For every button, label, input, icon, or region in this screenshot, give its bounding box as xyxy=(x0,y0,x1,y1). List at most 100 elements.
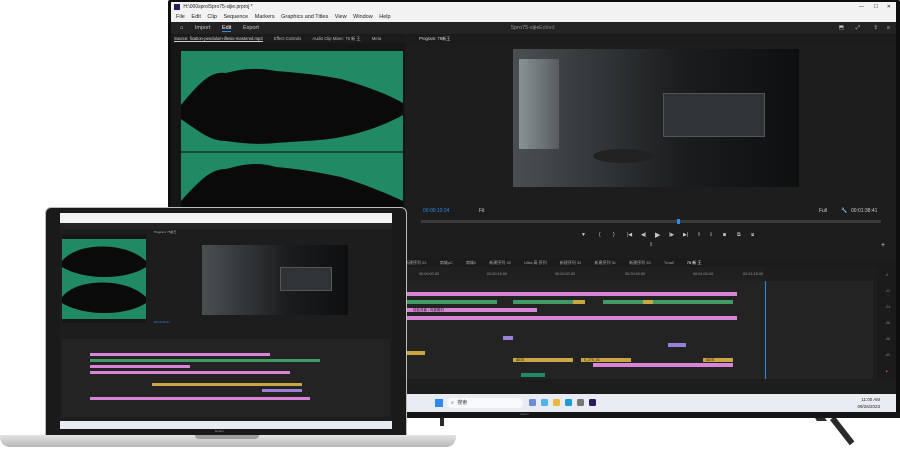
menu-file[interactable]: File xyxy=(176,14,185,20)
add-button-icon[interactable]: + xyxy=(881,242,885,249)
laptop-video-tv xyxy=(280,267,332,291)
timeline-tab[interactable]: 商城2 xyxy=(466,260,476,265)
menu-markers[interactable]: Markers xyxy=(255,14,275,20)
taskbar-search[interactable]: ⌕ 搜索 xyxy=(447,398,523,408)
timeline-tab-active[interactable]: 75 新 王 xyxy=(687,260,702,265)
tab-edit[interactable]: Edit xyxy=(221,25,232,32)
share-icon[interactable]: ⇪ xyxy=(873,22,878,34)
step-back-icon[interactable]: ◀| xyxy=(641,232,646,238)
go-to-in-icon[interactable]: |◀ xyxy=(627,232,632,238)
meter-label: -60 xyxy=(885,353,891,357)
taskbar-date: 09/26/2023 xyxy=(857,404,880,409)
timeline-tab[interactable]: 新建序列 30 xyxy=(489,260,511,265)
edge-icon[interactable] xyxy=(565,399,572,406)
clip-gold-label[interactable]: AIDS xyxy=(703,358,733,362)
tab-export[interactable]: Export xyxy=(243,25,259,31)
add-marker-icon[interactable]: ▼ xyxy=(581,232,586,238)
clip-pink-wide[interactable] xyxy=(407,316,737,320)
folder-icon[interactable] xyxy=(553,399,560,406)
playhead-marker[interactable] xyxy=(677,219,680,224)
menu-sequence[interactable]: Sequence xyxy=(223,14,248,20)
export-icon[interactable]: ⇪ xyxy=(649,242,653,248)
clip-gold[interactable] xyxy=(643,300,653,304)
tab-program[interactable]: Program: 75新王 xyxy=(419,36,450,41)
clip-green[interactable] xyxy=(407,300,497,304)
timeline-tab[interactable]: 商城pC xyxy=(440,260,453,265)
timeline-ruler[interactable]: 00:00:00:00 00:00:15:00 00:00:30:00 00:0… xyxy=(403,267,763,281)
video-window-light xyxy=(519,59,559,149)
timeline-tracks[interactable]: 纯色背景 / 背景素材 AIDS 6_275_04 AIDS xyxy=(403,281,873,379)
clip-purple[interactable] xyxy=(503,336,513,340)
lift-icon[interactable]: ⇧ xyxy=(697,232,701,238)
program-scrubber[interactable] xyxy=(421,219,881,224)
timeline-playhead[interactable] xyxy=(765,281,766,379)
start-icon[interactable] xyxy=(435,399,443,407)
close-icon[interactable]: ✕ xyxy=(887,2,891,12)
tab-metadata[interactable]: Meta xyxy=(372,36,381,41)
camera-icon[interactable]: ◙ xyxy=(723,232,726,238)
clip-gold[interactable] xyxy=(573,300,585,304)
timeline-tab[interactable]: 新建序列 32 xyxy=(560,260,582,265)
laptop-waveform xyxy=(62,239,146,319)
browser-icon[interactable] xyxy=(541,399,548,406)
laptop-source-panel xyxy=(62,235,146,323)
quality-dropdown[interactable]: Full xyxy=(819,208,827,214)
clip-pink-label[interactable]: 纯色背景 / 背景素材 xyxy=(407,308,537,312)
premiere-icon[interactable] xyxy=(589,399,596,406)
tab-audio-clip-mixer[interactable]: Audio Clip Mixer: 75 新 王 xyxy=(312,36,360,41)
fit-dropdown[interactable]: Fit xyxy=(479,208,485,214)
minimize-icon[interactable]: — xyxy=(859,2,864,12)
timeline-tab[interactable]: 新建序列 22 xyxy=(405,260,427,265)
timeline-tab[interactable]: Tmall xyxy=(664,260,674,265)
clip-teal[interactable] xyxy=(521,373,545,377)
menu-help[interactable]: Help xyxy=(379,14,390,20)
menu-bar: File Edit Clip Sequence Markers Graphics… xyxy=(171,12,896,22)
clip-gold-label[interactable]: 6_275_04 xyxy=(581,358,631,362)
timeline-tab[interactable]: Ultra 高 序列 xyxy=(524,260,547,265)
program-monitor[interactable] xyxy=(409,43,896,213)
compare-icon[interactable]: ⧉ xyxy=(737,232,741,238)
laptop-screen: Program: 75新王 00:00:10:24 xyxy=(60,213,392,429)
menu-graphics-titles[interactable]: Graphics and Titles xyxy=(281,14,328,20)
meter-label: -24 xyxy=(885,305,891,309)
clip-gold-label[interactable]: AIDS xyxy=(513,358,573,362)
fullscreen-icon[interactable]: ⤢ xyxy=(856,22,860,34)
go-to-out-icon[interactable]: ▶| xyxy=(683,232,688,238)
play-icon[interactable]: ▶ xyxy=(655,231,660,239)
laptop-clip-purple xyxy=(262,389,302,392)
tab-import[interactable]: Import xyxy=(195,25,211,31)
clip-gold[interactable] xyxy=(407,351,425,355)
clip-pink-main[interactable] xyxy=(407,292,737,296)
step-forward-icon[interactable]: |▶ xyxy=(669,232,674,238)
mark-out-icon[interactable]: } xyxy=(613,232,615,238)
clip-pink[interactable] xyxy=(593,363,733,367)
mark-in-icon[interactable]: { xyxy=(599,232,601,238)
video-table-shape xyxy=(593,149,653,163)
program-timecode[interactable]: 00:00:10:24 xyxy=(423,208,449,214)
menu-edit[interactable]: Edit xyxy=(191,14,200,20)
laptop-program-tab: Program: 75新王 xyxy=(154,230,177,234)
menu-clip[interactable]: Clip xyxy=(207,14,216,20)
monitor-stand-right xyxy=(815,418,827,421)
more-icon[interactable]: ≡ xyxy=(887,22,890,34)
timeline-tab[interactable]: 新建序列 31 xyxy=(594,260,616,265)
tab-source[interactable]: Source: fixation-pendulum-illesio-master… xyxy=(174,36,263,42)
home-icon[interactable]: ⌂ xyxy=(180,25,183,31)
clip-label: AIDS xyxy=(706,358,715,362)
maximize-icon[interactable]: ☐ xyxy=(874,2,878,12)
quick-export-icon[interactable]: ⬒ xyxy=(839,22,844,34)
settings-icon[interactable] xyxy=(577,399,584,406)
clip-purple[interactable] xyxy=(668,343,686,347)
tab-effect-controls[interactable]: Effect Controls xyxy=(274,36,301,41)
taskbar-time: 11:00 AM xyxy=(861,397,880,402)
extract-icon[interactable]: ⇩ xyxy=(709,232,713,238)
timeline-tab[interactable]: 新建序列 33 xyxy=(629,260,651,265)
menu-window[interactable]: Window xyxy=(353,14,373,20)
menu-view[interactable]: View xyxy=(335,14,347,20)
laptop-notch xyxy=(195,435,259,439)
app-icon[interactable] xyxy=(529,399,536,406)
export-frame-icon[interactable]: ⧈ xyxy=(751,232,754,238)
wrench-icon[interactable]: 🔧 xyxy=(841,208,847,214)
warning-icon[interactable]: ▲ xyxy=(885,369,888,373)
clip-green[interactable] xyxy=(603,300,733,304)
